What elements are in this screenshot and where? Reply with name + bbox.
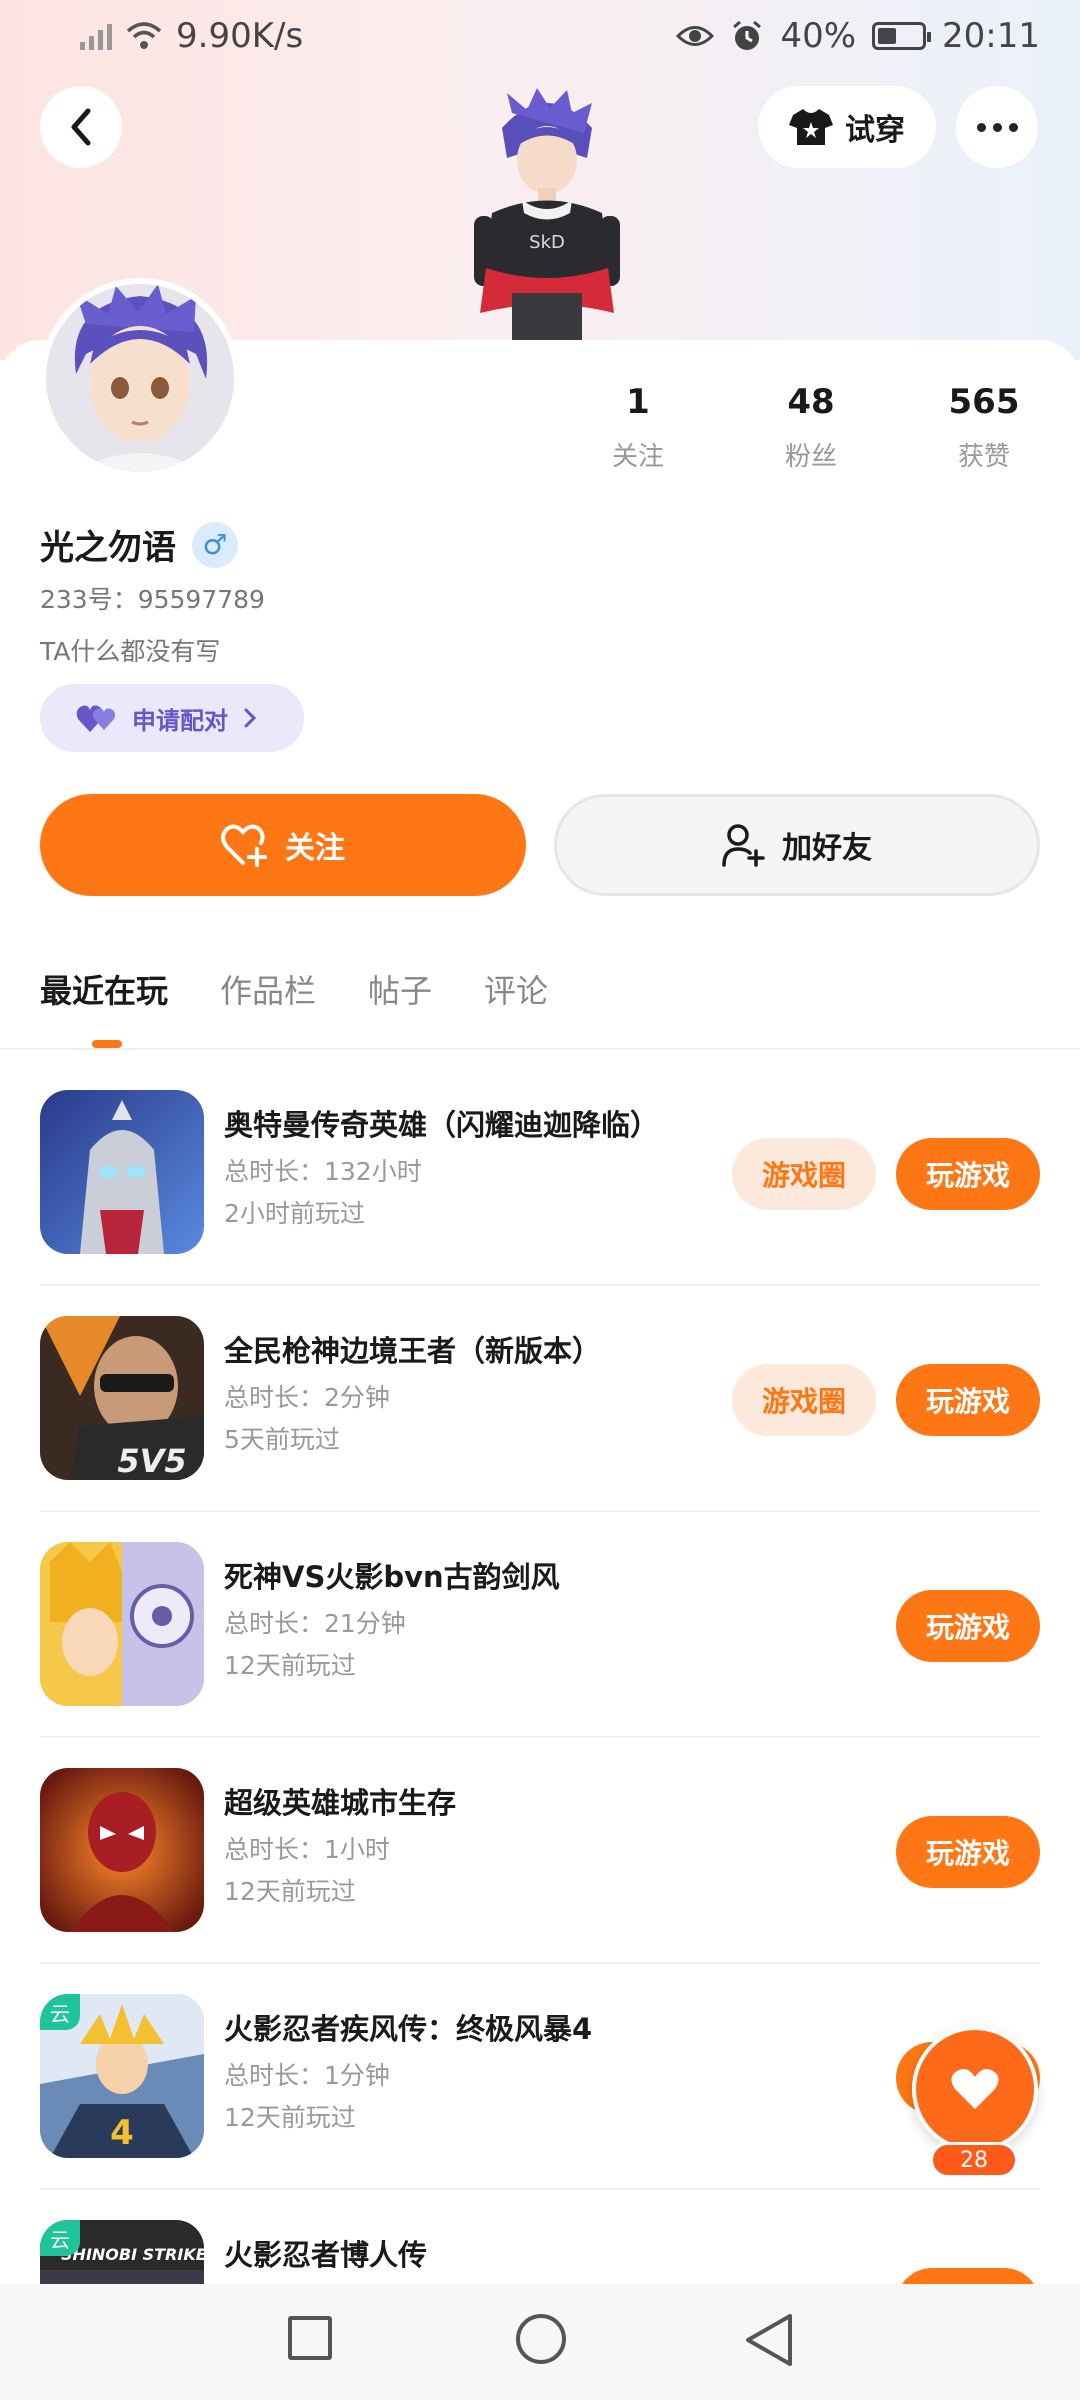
game-duration: 总时长：1分钟 [224, 2061, 390, 2090]
game-duration: 总时长：132小时 [224, 1157, 422, 1186]
like-count-badge: 28 [930, 2142, 1018, 2178]
battery-percent: 40% [780, 16, 857, 56]
more-dot-icon [1008, 122, 1018, 132]
svg-text:4: 4 [110, 2113, 134, 2153]
status-bar: 9.90K/s 40% 20:11 [0, 0, 1080, 72]
game-last-played: 12天前玩过 [224, 2103, 356, 2132]
stat-followers[interactable]: 48 粉丝 [741, 382, 881, 473]
more-dot-icon [992, 122, 1002, 132]
back-button[interactable] [40, 86, 122, 168]
follow-label: 关注 [285, 831, 345, 866]
game-title: 超级英雄城市生存 [224, 1786, 457, 1820]
game-circle-button[interactable]: 游戏圈 [732, 1364, 876, 1436]
stat-number: 1 [626, 382, 650, 422]
tab-works[interactable]: 作品栏 [220, 966, 316, 1012]
game-icon-text: SHINOBI STRIKER [61, 2245, 204, 2264]
home-icon[interactable] [516, 2314, 566, 2364]
stat-likes[interactable]: 565 获赞 [914, 382, 1054, 473]
play-game-button[interactable]: 玩游戏 [896, 1364, 1040, 1436]
game-list-item[interactable]: 奥特曼传奇英雄（闪耀迪迦降临） 总时长：132小时 2小时前玩过 游戏圈 玩游戏 [40, 1060, 1040, 1286]
wifi-icon [126, 22, 162, 49]
more-dot-icon [976, 122, 986, 132]
add-friend-button[interactable]: 加好友 [554, 794, 1040, 896]
game-list-item[interactable]: 超级英雄城市生存 总时长：1小时 12天前玩过 玩游戏 [40, 1738, 1040, 1964]
stat-label: 粉丝 [784, 442, 837, 472]
apply-pair-button[interactable]: 申请配对 [40, 684, 304, 752]
character-figure-image: SkD [474, 88, 620, 350]
alarm-icon [733, 20, 762, 50]
heart-plus-icon [221, 824, 267, 867]
username-row: 光之勿语 ♂ [40, 520, 238, 569]
battery-icon [872, 22, 932, 50]
tabs-divider [0, 1048, 1080, 1050]
game-icon-text: 5V5 [117, 1442, 186, 1480]
profile-stats: 1 关注 48 粉丝 565 获赞 [0, 382, 1080, 492]
game-duration: 总时长：21分钟 [224, 1609, 406, 1638]
clock-time: 20:11 [942, 16, 1040, 56]
user-bio: TA什么都没有写 [40, 637, 221, 666]
game-icon: 4 云 [40, 1994, 204, 2158]
svg-text:SkD: SkD [529, 232, 565, 253]
user-id: 233号：95597789 [40, 585, 265, 614]
play-game-button[interactable]: 玩游戏 [896, 1138, 1040, 1210]
eye-icon [676, 26, 715, 46]
cloud-game-tag: 云 [40, 1994, 80, 2030]
stat-label: 关注 [611, 442, 664, 472]
stat-number: 48 [787, 382, 835, 422]
network-speed: 9.90K/s [176, 16, 304, 56]
game-icon [40, 1542, 204, 1706]
game-title: 全民枪神边境王者（新版本） [224, 1334, 602, 1368]
cloud-game-tag: 云 [40, 2220, 80, 2256]
chevron-left-icon [71, 108, 91, 146]
stat-label: 获赞 [957, 442, 1010, 472]
play-game-button[interactable]: 玩游戏 [896, 1816, 1040, 1888]
heart-icon [951, 2069, 999, 2109]
tab-comments[interactable]: 评论 [484, 966, 548, 1012]
tab-posts[interactable]: 帖子 [368, 966, 432, 1012]
profile-page: 9.90K/s 40% 20:11 SkD 试穿 1 关注 48 粉丝 565 … [0, 0, 1080, 2400]
add-user-icon [722, 824, 765, 867]
game-title: 奥特曼传奇英雄（闪耀迪迦降临） [224, 1108, 660, 1142]
try-on-label: 试穿 [845, 113, 905, 148]
tab-indicator [92, 1040, 122, 1048]
try-on-button[interactable]: 试穿 [758, 86, 936, 168]
stat-following[interactable]: 1 关注 [568, 382, 708, 473]
tshirt-icon [789, 109, 833, 145]
back-nav-icon[interactable] [742, 2312, 796, 2368]
game-title: 火影忍者疾风传：终极风暴4 [224, 2012, 593, 2046]
game-last-played: 12天前玩过 [224, 1651, 356, 1680]
game-list-item[interactable]: 死神VS火影bvn古韵剑风 总时长：21分钟 12天前玩过 玩游戏 [40, 1512, 1040, 1738]
male-gender-icon: ♂ [192, 521, 238, 568]
username: 光之勿语 [40, 528, 176, 568]
apply-pair-label: 申请配对 [132, 706, 228, 735]
profile-tabs: 最近在玩 作品栏 帖子 评论 [40, 966, 548, 1012]
double-heart-icon [76, 705, 115, 732]
game-duration: 总时长：1小时 [224, 1835, 390, 1864]
add-friend-label: 加好友 [782, 831, 872, 866]
game-list-item[interactable]: 5V5 全民枪神边境王者（新版本） 总时长：2分钟 5天前玩过 游戏圈 玩游戏 [40, 1286, 1040, 1512]
game-duration: 总时长：2分钟 [224, 1383, 390, 1412]
game-last-played: 5天前玩过 [224, 1425, 340, 1454]
game-last-played: 2小时前玩过 [224, 1199, 365, 1228]
game-last-played: 12天前玩过 [224, 1877, 356, 1906]
game-title: 火影忍者博人传 [224, 2238, 428, 2272]
game-circle-button[interactable]: 游戏圈 [732, 1138, 876, 1210]
like-floating-button[interactable] [912, 2026, 1038, 2152]
stat-number: 565 [948, 382, 1020, 422]
game-icon [40, 1090, 204, 1254]
more-options-button[interactable] [956, 86, 1038, 168]
system-navigation-bar [0, 2284, 1080, 2400]
follow-button[interactable]: 关注 [40, 794, 526, 896]
recent-apps-icon[interactable] [288, 2316, 332, 2360]
chevron-right-icon [244, 708, 257, 728]
tab-recently-played[interactable]: 最近在玩 [40, 966, 168, 1012]
game-list-item[interactable]: 4 云 火影忍者疾风传：终极风暴4 总时长：1分钟 12天前玩过 [40, 1964, 1040, 2190]
game-title: 死神VS火影bvn古韵剑风 [224, 1560, 560, 1594]
game-icon [40, 1768, 204, 1932]
signal-icon [80, 22, 112, 50]
game-icon: 5V5 [40, 1316, 204, 1480]
play-game-button[interactable]: 玩游戏 [896, 1590, 1040, 1662]
